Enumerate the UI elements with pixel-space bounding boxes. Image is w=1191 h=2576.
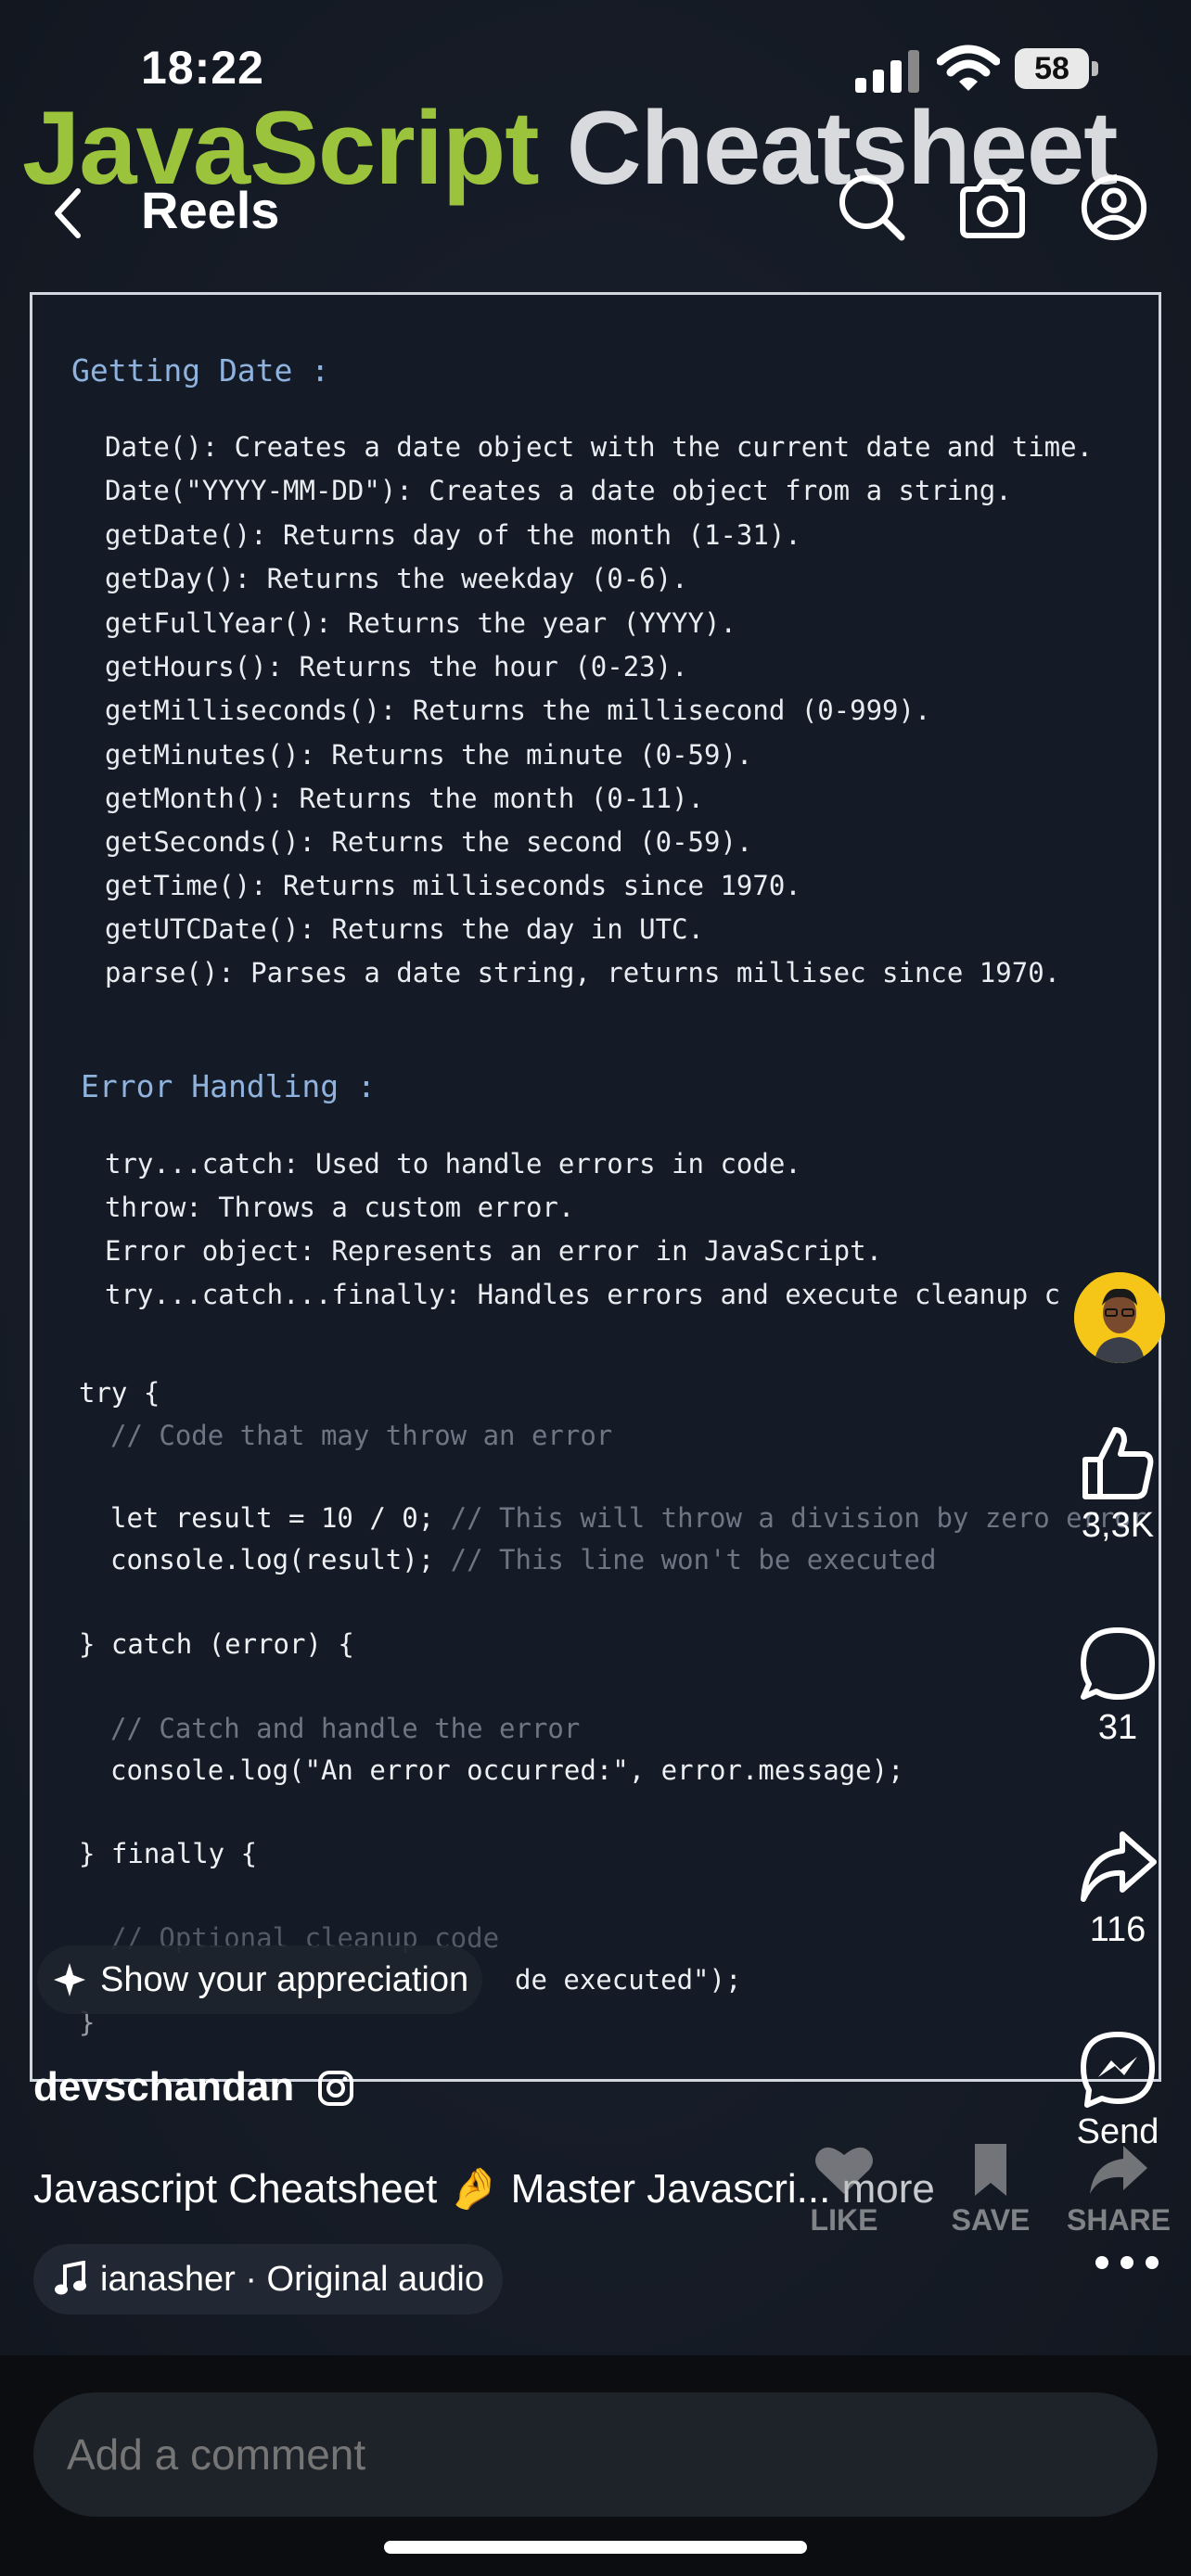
show-appreciation-button[interactable]: Show your appreciation (37, 1945, 482, 2014)
heart-icon (815, 2147, 873, 2194)
code-line: getFullYear(): Returns the year (YYYY). (105, 607, 736, 639)
pinched-fingers-emoji: 🤌 (448, 2165, 500, 2213)
overlay-like: LIKE (779, 2142, 909, 2238)
page-title: Reels (141, 181, 280, 239)
profile-icon[interactable] (1078, 171, 1150, 245)
battery-level: 58 (1015, 48, 1089, 89)
share-count: 116 (1089, 1910, 1146, 1949)
code-line: parse(): Parses a date string, returns m… (105, 957, 1061, 988)
instagram-icon[interactable] (317, 2070, 354, 2107)
more-options-icon[interactable] (1085, 2244, 1169, 2281)
code-line: Error object: Represents an error in Jav… (105, 1235, 883, 1267)
camera-icon[interactable] (955, 172, 1030, 247)
wifi-icon (937, 45, 1000, 91)
code-line: getDate(): Returns day of the month (1-3… (105, 519, 801, 551)
bookmark-icon (975, 2144, 1006, 2196)
messenger-icon (1081, 2032, 1155, 2108)
code-line: Date("YYYY-MM-DD"): Creates a date objec… (105, 475, 1012, 506)
author-avatar[interactable] (1074, 1272, 1165, 1363)
overlay-share: SHARE (1054, 2142, 1184, 2238)
thumbs-up-icon (1082, 1427, 1154, 1499)
cellular-signal-icon (855, 50, 919, 93)
code-comment: // Code that may throw an error (110, 1420, 613, 1451)
send-label: Send (1076, 2112, 1159, 2151)
section-heading-error-handling: Error Handling : (81, 1068, 376, 1104)
code-line: let result = 10 / 0; // This will throw … (110, 1502, 1147, 1534)
original-audio-button[interactable]: ianasher · Original audio (33, 2244, 503, 2315)
send-button[interactable]: Send (1067, 2029, 1169, 2152)
code-line: throw: Throws a custom error. (105, 1192, 575, 1223)
code-line: } catch (error) { (79, 1628, 354, 1660)
code-line: try...catch: Used to handle errors in co… (105, 1148, 801, 1180)
share-arrow-icon (1081, 1831, 1157, 1902)
author-username[interactable]: devschandan (33, 2064, 294, 2111)
avatar-person-icon (1074, 1272, 1165, 1363)
code-line: getSeconds(): Returns the second (0-59). (105, 826, 753, 858)
code-line: getHours(): Returns the hour (0-23). (105, 651, 688, 682)
top-nav: Reels (0, 167, 1191, 260)
battery-icon: 58 (1015, 48, 1100, 91)
share-button[interactable]: 116 (1067, 1827, 1169, 1950)
status-time: 18:22 (141, 42, 264, 94)
comment-button[interactable]: 31 (1067, 1625, 1169, 1748)
comment-bar (0, 2355, 1191, 2576)
comment-input[interactable] (33, 2392, 1158, 2517)
code-comment: // Catch and handle the error (110, 1713, 581, 1744)
sparkle-gift-icon (54, 1963, 85, 1996)
code-line: try { (79, 1377, 160, 1409)
code-line: try...catch...finally: Handles errors an… (105, 1279, 1061, 1310)
comment-count: 31 (1097, 1708, 1138, 1747)
code-cheatsheet-frame: Getting Date : Date(): Creates a date ob… (30, 292, 1161, 2082)
home-indicator[interactable] (384, 2541, 807, 2554)
section-heading-getting-date: Getting Date : (71, 352, 330, 389)
overlay-save: SAVE (926, 2142, 1056, 2238)
code-line: getDay(): Returns the weekday (0-6). (105, 563, 688, 594)
code-line: getTime(): Returns milliseconds since 19… (105, 870, 801, 901)
code-line: getMonth(): Returns the month (0-11). (105, 783, 705, 814)
search-icon[interactable] (835, 171, 909, 245)
code-line: getMinutes(): Returns the minute (0-59). (105, 739, 753, 771)
comment-bubble-icon (1081, 1627, 1155, 1700)
show-appreciation-label: Show your appreciation (100, 1960, 469, 1999)
music-note-icon (55, 2261, 86, 2295)
code-line: console.log("An error occurred:", error.… (110, 1754, 904, 1786)
like-button[interactable]: 3,3K (1067, 1422, 1169, 1546)
code-line: Date(): Creates a date object with the c… (105, 431, 1094, 463)
code-line: } finally { (79, 1838, 258, 1869)
audio-label: ianasher · Original audio (100, 2260, 485, 2299)
like-count: 3,3K (1081, 1506, 1155, 1545)
code-line: de executed"); (515, 1964, 742, 1996)
code-line: console.log(result); // This line won't … (110, 1544, 937, 1575)
back-arrow-icon[interactable] (45, 176, 91, 250)
code-line: getUTCDate(): Returns the day in UTC. (105, 913, 705, 945)
code-line: getMilliseconds(): Returns the milliseco… (105, 695, 931, 726)
